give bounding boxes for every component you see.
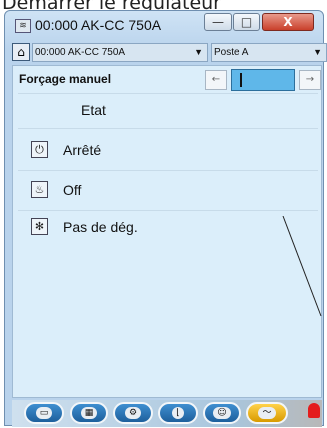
prev-arrow-button[interactable]: ← (205, 70, 227, 90)
poste-select-value: Poste A (214, 47, 249, 58)
curve-icon[interactable]: 〜 (246, 402, 288, 424)
home-icon[interactable]: ⌂ (12, 43, 30, 61)
fan-off-icon: ♨ (31, 181, 48, 198)
main-panel: Forçage manuel ← → Etat ⏻ Arrêté ♨ Off ✻… (12, 65, 322, 398)
divider (18, 93, 318, 94)
toolbar: ⌂ 00:000 AK-CC 750A ▼ Poste A ▼ (12, 41, 327, 64)
app-window: ≋ 00:000 AK-CC 750A — □ X ⌂ 00:000 AK-CC… (4, 10, 327, 427)
poste-select[interactable]: Poste A ▼ (211, 43, 327, 62)
panel-header: Forçage manuel ← → (13, 66, 321, 92)
divider (18, 210, 318, 211)
etat-label: Etat (81, 102, 106, 118)
bottom-toolbar: ▭ ▦ ⚙ ⌊ ☺ 〜 (12, 400, 322, 427)
minimize-button[interactable]: — (204, 13, 232, 31)
power-icon: ⏻ (31, 141, 48, 158)
next-arrow-button[interactable]: → (299, 70, 321, 90)
chevron-down-icon: ▼ (194, 47, 203, 57)
status-row-label: Arrêté (63, 142, 102, 158)
device-select[interactable]: 00:000 AK-CC 750A ▼ (32, 43, 208, 62)
alarm-bell-icon[interactable] (308, 403, 320, 418)
panel-title: Forçage manuel (19, 72, 112, 86)
title-bar[interactable]: ≋ 00:000 AK-CC 750A — □ X (5, 11, 323, 41)
chart-icon[interactable]: ⌊ (158, 402, 198, 424)
text-caret (240, 73, 242, 87)
status-row-label: Pas de dég. (63, 219, 138, 235)
maximize-button[interactable]: □ (233, 13, 260, 31)
tools-icon[interactable]: ⚙ (113, 402, 153, 424)
divider (18, 128, 318, 129)
device-icon[interactable]: ▭ (24, 402, 64, 424)
close-button[interactable]: X (262, 13, 314, 31)
grid-icon[interactable]: ▦ (70, 402, 108, 424)
divider (18, 170, 318, 171)
pointer-line (282, 216, 322, 317)
device-select-value: 00:000 AK-CC 750A (35, 47, 126, 58)
value-field[interactable] (231, 69, 295, 91)
user-icon[interactable]: ☺ (203, 402, 241, 424)
chevron-down-icon: ▼ (313, 47, 322, 57)
defrost-icon: ✻ (31, 218, 48, 235)
status-row-label: Off (63, 182, 82, 198)
window-title: 00:000 AK-CC 750A (35, 17, 162, 33)
signal-icon: ≋ (15, 19, 31, 33)
